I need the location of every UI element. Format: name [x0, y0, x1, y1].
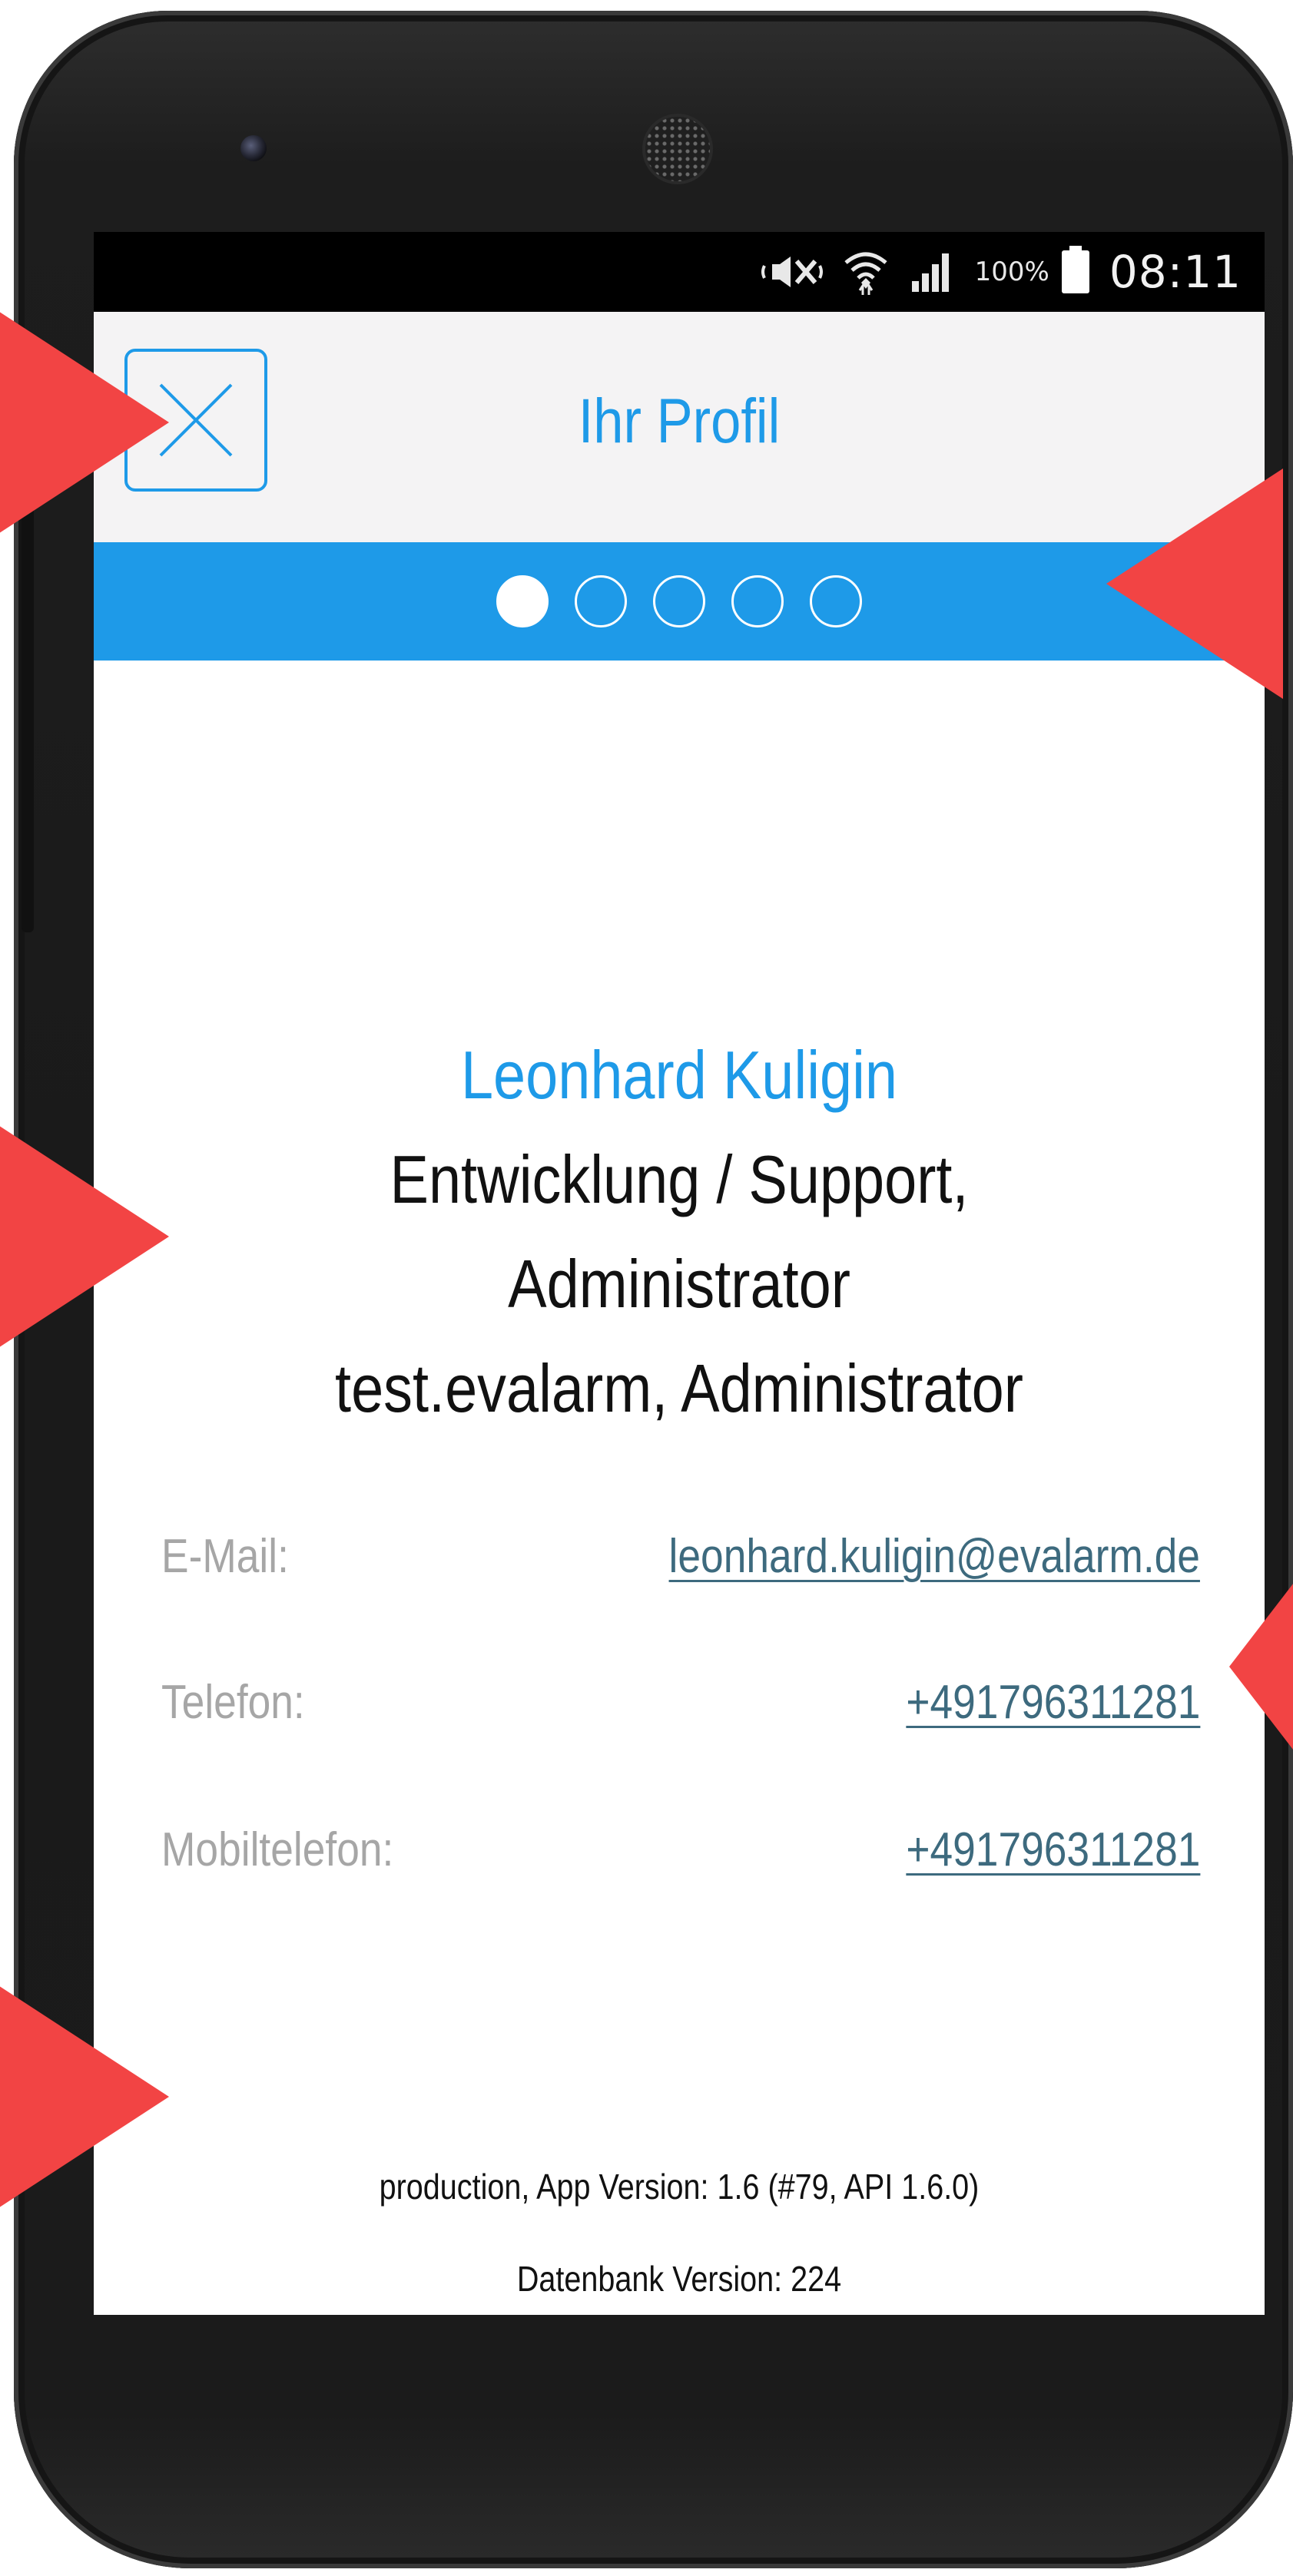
phone-link[interactable]: +491796311281	[906, 1675, 1200, 1730]
front-camera-icon	[240, 135, 267, 161]
mobile-label: Mobiltelefon:	[161, 1823, 394, 1876]
email-label: E-Mail:	[161, 1529, 289, 1583]
step-indicator	[94, 542, 1265, 661]
annotation-arrow-contacts	[1229, 1567, 1293, 1766]
phone-frame: 100% 08:11 Ihr Profil Leonhard Kuligin E…	[14, 11, 1293, 2568]
step-dot-2	[575, 575, 627, 627]
app-header: Ihr Profil	[94, 312, 1265, 542]
profile-organization: test.evalarm, Administrator	[335, 1350, 1023, 1426]
status-icons: 100% 08:11	[761, 232, 1242, 312]
annotation-arrow-version	[0, 1982, 169, 2212]
stage: 100% 08:11 Ihr Profil Leonhard Kuligin E…	[0, 0, 1293, 2576]
email-link[interactable]: leonhard.kuligin@evalarm.de	[669, 1529, 1200, 1584]
profile-role: Administrator	[508, 1246, 850, 1322]
contact-row-email: E-Mail: leonhard.kuligin@evalarm.de	[161, 1518, 1200, 1594]
annotation-arrow-profile	[0, 1121, 169, 1352]
mute-icon	[761, 257, 823, 287]
status-bar: 100% 08:11	[94, 232, 1265, 312]
step-dot-5	[810, 575, 862, 627]
speaker-grille-icon	[645, 117, 710, 181]
app-version-text: production, App Version: 1.6 (#79, API 1…	[379, 2167, 980, 2207]
contact-row-mobile: Mobiltelefon: +491796311281	[161, 1811, 1200, 1888]
step-dot-4	[731, 575, 784, 627]
profile-summary: Leonhard Kuligin Entwicklung / Support, …	[94, 1023, 1265, 1441]
step-dot-1-active	[496, 575, 549, 627]
status-clock: 08:11	[1109, 246, 1242, 298]
screen: 100% 08:11 Ihr Profil Leonhard Kuligin E…	[94, 232, 1265, 2315]
annotation-arrow-stepper	[1106, 469, 1283, 699]
step-dot-3	[653, 575, 705, 627]
wifi-icon	[844, 252, 887, 295]
signal-icon	[911, 253, 949, 292]
side-button	[22, 472, 34, 932]
contact-row-phone: Telefon: +491796311281	[161, 1664, 1200, 1740]
battery-percent: 100%	[974, 257, 1049, 287]
phone-label: Telefon:	[161, 1675, 305, 1729]
battery-icon	[1061, 246, 1089, 293]
annotation-arrow-close	[0, 307, 169, 538]
profile-name: Leonhard Kuligin	[460, 1037, 898, 1113]
mobile-link[interactable]: +491796311281	[906, 1823, 1200, 1877]
database-version-text: Datenbank Version: 224	[516, 2259, 842, 2299]
profile-department: Entwicklung / Support,	[390, 1141, 969, 1217]
page-title: Ihr Profil	[578, 386, 781, 456]
